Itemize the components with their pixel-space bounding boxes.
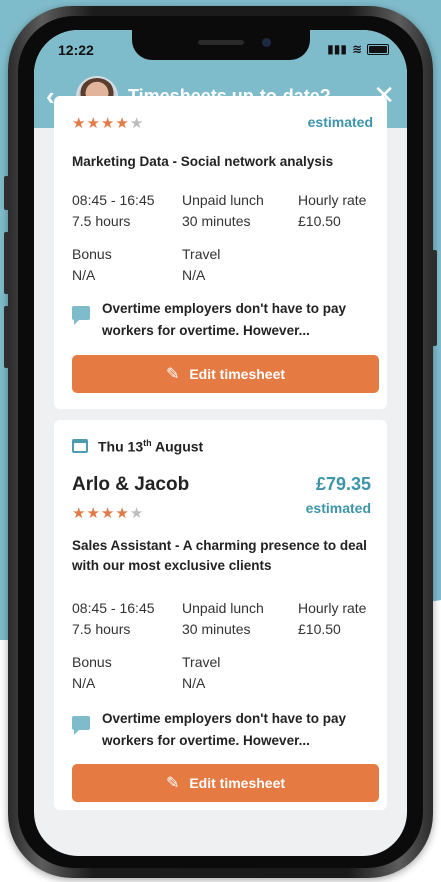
star-empty-icon: ★ bbox=[129, 505, 145, 522]
rate-label: Hourly rate bbox=[298, 192, 367, 208]
job-role: Marketing Data - Social network analysis bbox=[72, 154, 334, 169]
battery-icon bbox=[367, 43, 389, 55]
employer-name: Arlo & Jacob bbox=[72, 474, 190, 495]
lunch-label: Unpaid lunch bbox=[182, 192, 264, 208]
rate-value: £10.50 bbox=[298, 621, 341, 637]
wifi-icon: ≋ bbox=[351, 42, 362, 56]
star-empty-icon: ★ bbox=[129, 115, 145, 132]
travel-value: N/A bbox=[182, 675, 206, 691]
bonus-label: Bonus bbox=[72, 246, 112, 262]
star-icon: ★ bbox=[72, 115, 87, 132]
star-icon: ★ bbox=[86, 115, 101, 132]
star-icon: ★ bbox=[100, 505, 116, 522]
bonus-label: Bonus bbox=[72, 654, 112, 670]
edit-timesheet-button[interactable]: ✎ Edit timesheet bbox=[72, 355, 379, 393]
edit-timesheet-label: Edit timesheet bbox=[189, 366, 286, 382]
shift-time: 08:45 - 16:45 bbox=[72, 600, 155, 616]
shift-hours: 7.5 hours bbox=[72, 213, 131, 229]
volume-down-button bbox=[4, 306, 9, 368]
rating-stars: ★★★★★ bbox=[72, 114, 144, 132]
edit-timesheet-button[interactable]: ✎ Edit timesheet bbox=[72, 764, 379, 802]
rating-stars: ★★★★★ bbox=[72, 504, 144, 522]
chat-bubble-icon bbox=[72, 306, 90, 325]
lunch-label: Unpaid lunch bbox=[182, 600, 264, 616]
front-camera bbox=[262, 38, 271, 47]
travel-label: Travel bbox=[182, 246, 221, 262]
volume-up-button bbox=[4, 232, 9, 294]
star-icon: ★ bbox=[100, 115, 116, 132]
mute-switch bbox=[4, 176, 9, 210]
lunch-value: 30 minutes bbox=[182, 621, 251, 637]
chat-bubble-icon bbox=[72, 716, 90, 735]
shift-time: 08:45 - 16:45 bbox=[72, 192, 155, 208]
speaker-grille bbox=[198, 40, 244, 45]
date-row: Thu 13th August bbox=[72, 438, 203, 455]
rate-label: Hourly rate bbox=[298, 600, 367, 616]
pencil-icon: ✎ bbox=[165, 775, 180, 792]
star-icon: ★ bbox=[72, 505, 87, 522]
rate-value: £10.50 bbox=[298, 213, 341, 229]
phone-screen: 12:22 ▮▮▮ ≋ ‹ Timesheets up-to-date? ✕ ★… bbox=[34, 30, 407, 856]
bonus-value: N/A bbox=[72, 675, 96, 691]
pencil-icon: ✎ bbox=[165, 366, 180, 383]
timesheet-card: Thu 13th August Arlo & Jacob £79.35 esti… bbox=[54, 420, 387, 810]
star-icon: ★ bbox=[86, 505, 101, 522]
estimated-pay: £79.35 bbox=[315, 474, 371, 494]
star-icon: ★ bbox=[115, 505, 130, 522]
notch bbox=[132, 30, 310, 60]
overtime-tip[interactable]: Overtime employers don't have to pay wor… bbox=[102, 298, 372, 342]
star-icon: ★ bbox=[115, 115, 130, 132]
bonus-value: N/A bbox=[72, 267, 96, 283]
shift-date: Thu 13th August bbox=[98, 438, 204, 455]
power-button bbox=[432, 250, 437, 346]
estimated-label: estimated bbox=[307, 114, 373, 130]
shift-hours: 7.5 hours bbox=[72, 621, 131, 637]
signal-icon: ▮▮▮ bbox=[327, 42, 347, 56]
status-bar: 12:22 ▮▮▮ ≋ bbox=[34, 30, 407, 68]
edit-timesheet-label: Edit timesheet bbox=[189, 775, 286, 791]
overtime-tip[interactable]: Overtime employers don't have to pay wor… bbox=[102, 708, 372, 752]
travel-value: N/A bbox=[182, 267, 206, 283]
timesheet-card: ★★★★★ estimated Marketing Data - Social … bbox=[54, 96, 387, 409]
estimated-label: estimated bbox=[305, 500, 371, 516]
timesheet-list[interactable]: ★★★★★ estimated Marketing Data - Social … bbox=[34, 96, 407, 856]
lunch-value: 30 minutes bbox=[182, 213, 251, 229]
calendar-icon bbox=[72, 439, 88, 454]
job-role: Sales Assistant - A charming presence to… bbox=[72, 538, 367, 573]
status-icons: ▮▮▮ ≋ bbox=[327, 42, 389, 56]
travel-label: Travel bbox=[182, 654, 221, 670]
status-time: 12:22 bbox=[58, 42, 94, 58]
